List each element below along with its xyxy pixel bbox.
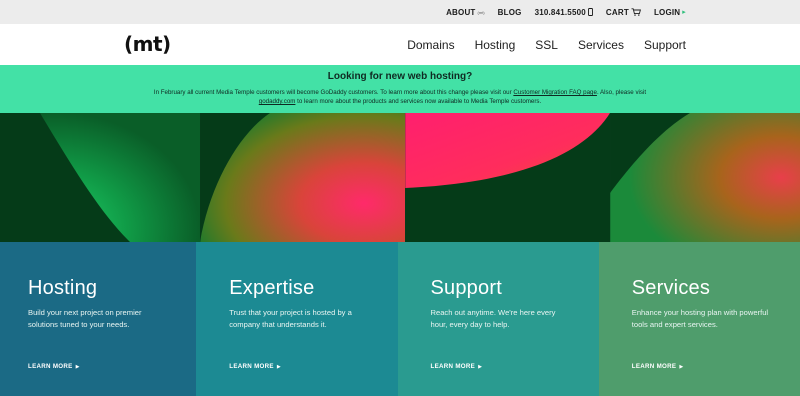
feature-tiles: Hosting Build your next project on premi… (0, 242, 800, 396)
utility-nav: ABOUT (mt) BLOG 310.841.5500 CART LOGIN … (446, 0, 686, 24)
tile-description: Reach out anytime. We're here every hour… (430, 308, 556, 329)
mobile-phone-icon (587, 8, 593, 16)
utility-bar: ABOUT (mt) BLOG 310.841.5500 CART LOGIN … (0, 0, 800, 24)
tile-description: Build your next project on premier solut… (28, 308, 142, 329)
tile-title: Support (430, 277, 502, 299)
tile-title: Services (631, 277, 711, 299)
tile-services[interactable]: Services Enhance your hosting plan with … (598, 242, 800, 396)
nav-ssl[interactable]: SSL (535, 38, 558, 52)
learn-more-link[interactable]: LEARN MORE ▶ (431, 363, 483, 370)
learn-more-link[interactable]: LEARN MORE ▶ (28, 363, 80, 370)
learn-more-link[interactable]: LEARN MORE ▶ (229, 363, 281, 370)
tile-description: Trust that your project is hosted by a c… (229, 308, 352, 329)
triangle-right-icon: ▶ (276, 364, 281, 370)
learn-more-label: LEARN MORE (631, 363, 677, 370)
learn-more-link[interactable]: LEARN MORE ▶ (632, 363, 684, 370)
shopping-cart-icon (631, 8, 641, 16)
customer-migration-faq-link[interactable]: Customer Migration FAQ page (513, 89, 597, 96)
banner-text-part-1: In February all current Media Temple cus… (153, 89, 514, 96)
tile-title: Expertise (229, 277, 315, 299)
main-nav: Domains Hosting SSL Services Support (407, 24, 686, 65)
nav-services[interactable]: Services (578, 38, 624, 52)
nav-domains[interactable]: Domains (407, 38, 454, 52)
about-logo-mark: (mt) (477, 9, 485, 15)
tile-description: Enhance your hosting plan with powerful … (631, 308, 769, 329)
tile-title: Hosting (28, 277, 98, 299)
abstract-shapes-art (0, 113, 800, 242)
banner-text-part-3: to learn more about the products and ser… (295, 98, 542, 105)
triangle-right-icon: ▶ (75, 364, 80, 370)
cart-link[interactable]: CART (606, 8, 641, 17)
learn-more-label: LEARN MORE (229, 363, 274, 370)
phone-number: 310.841.5500 (534, 7, 586, 17)
tile-support[interactable]: Support Reach out anytime. We're here ev… (397, 242, 599, 396)
godaddy-link[interactable]: godaddy.com (259, 98, 296, 105)
blog-link[interactable]: BLOG (498, 8, 522, 17)
tile-expertise[interactable]: Expertise Trust that your project is hos… (196, 242, 398, 396)
login-link[interactable]: LOGIN ▸ (654, 8, 686, 17)
login-label: LOGIN (653, 7, 681, 17)
banner-title: Looking for new web hosting? (327, 71, 473, 82)
about-link[interactable]: ABOUT (mt) (446, 8, 485, 17)
main-header: (mt) Domains Hosting SSL Services Suppor… (0, 24, 800, 65)
migration-notice-banner: Looking for new web hosting? In February… (0, 65, 800, 113)
chevron-right-icon: ▸ (682, 9, 686, 16)
about-label: ABOUT (446, 7, 476, 17)
nav-hosting[interactable]: Hosting (475, 38, 516, 52)
learn-more-label: LEARN MORE (28, 363, 73, 370)
triangle-right-icon: ▶ (478, 364, 483, 370)
cart-label: CART (605, 7, 629, 17)
phone-link[interactable]: 310.841.5500 (535, 8, 593, 17)
banner-text: In February all current Media Temple cus… (140, 88, 660, 106)
triangle-right-icon: ▶ (679, 364, 684, 370)
tile-hosting[interactable]: Hosting Build your next project on premi… (0, 242, 197, 396)
mt-logo[interactable]: (mt) (124, 32, 171, 56)
banner-text-part-2: . Also, please visit (596, 89, 647, 96)
hero-art-band (0, 113, 800, 242)
learn-more-label: LEARN MORE (430, 363, 476, 370)
nav-support[interactable]: Support (644, 38, 686, 52)
